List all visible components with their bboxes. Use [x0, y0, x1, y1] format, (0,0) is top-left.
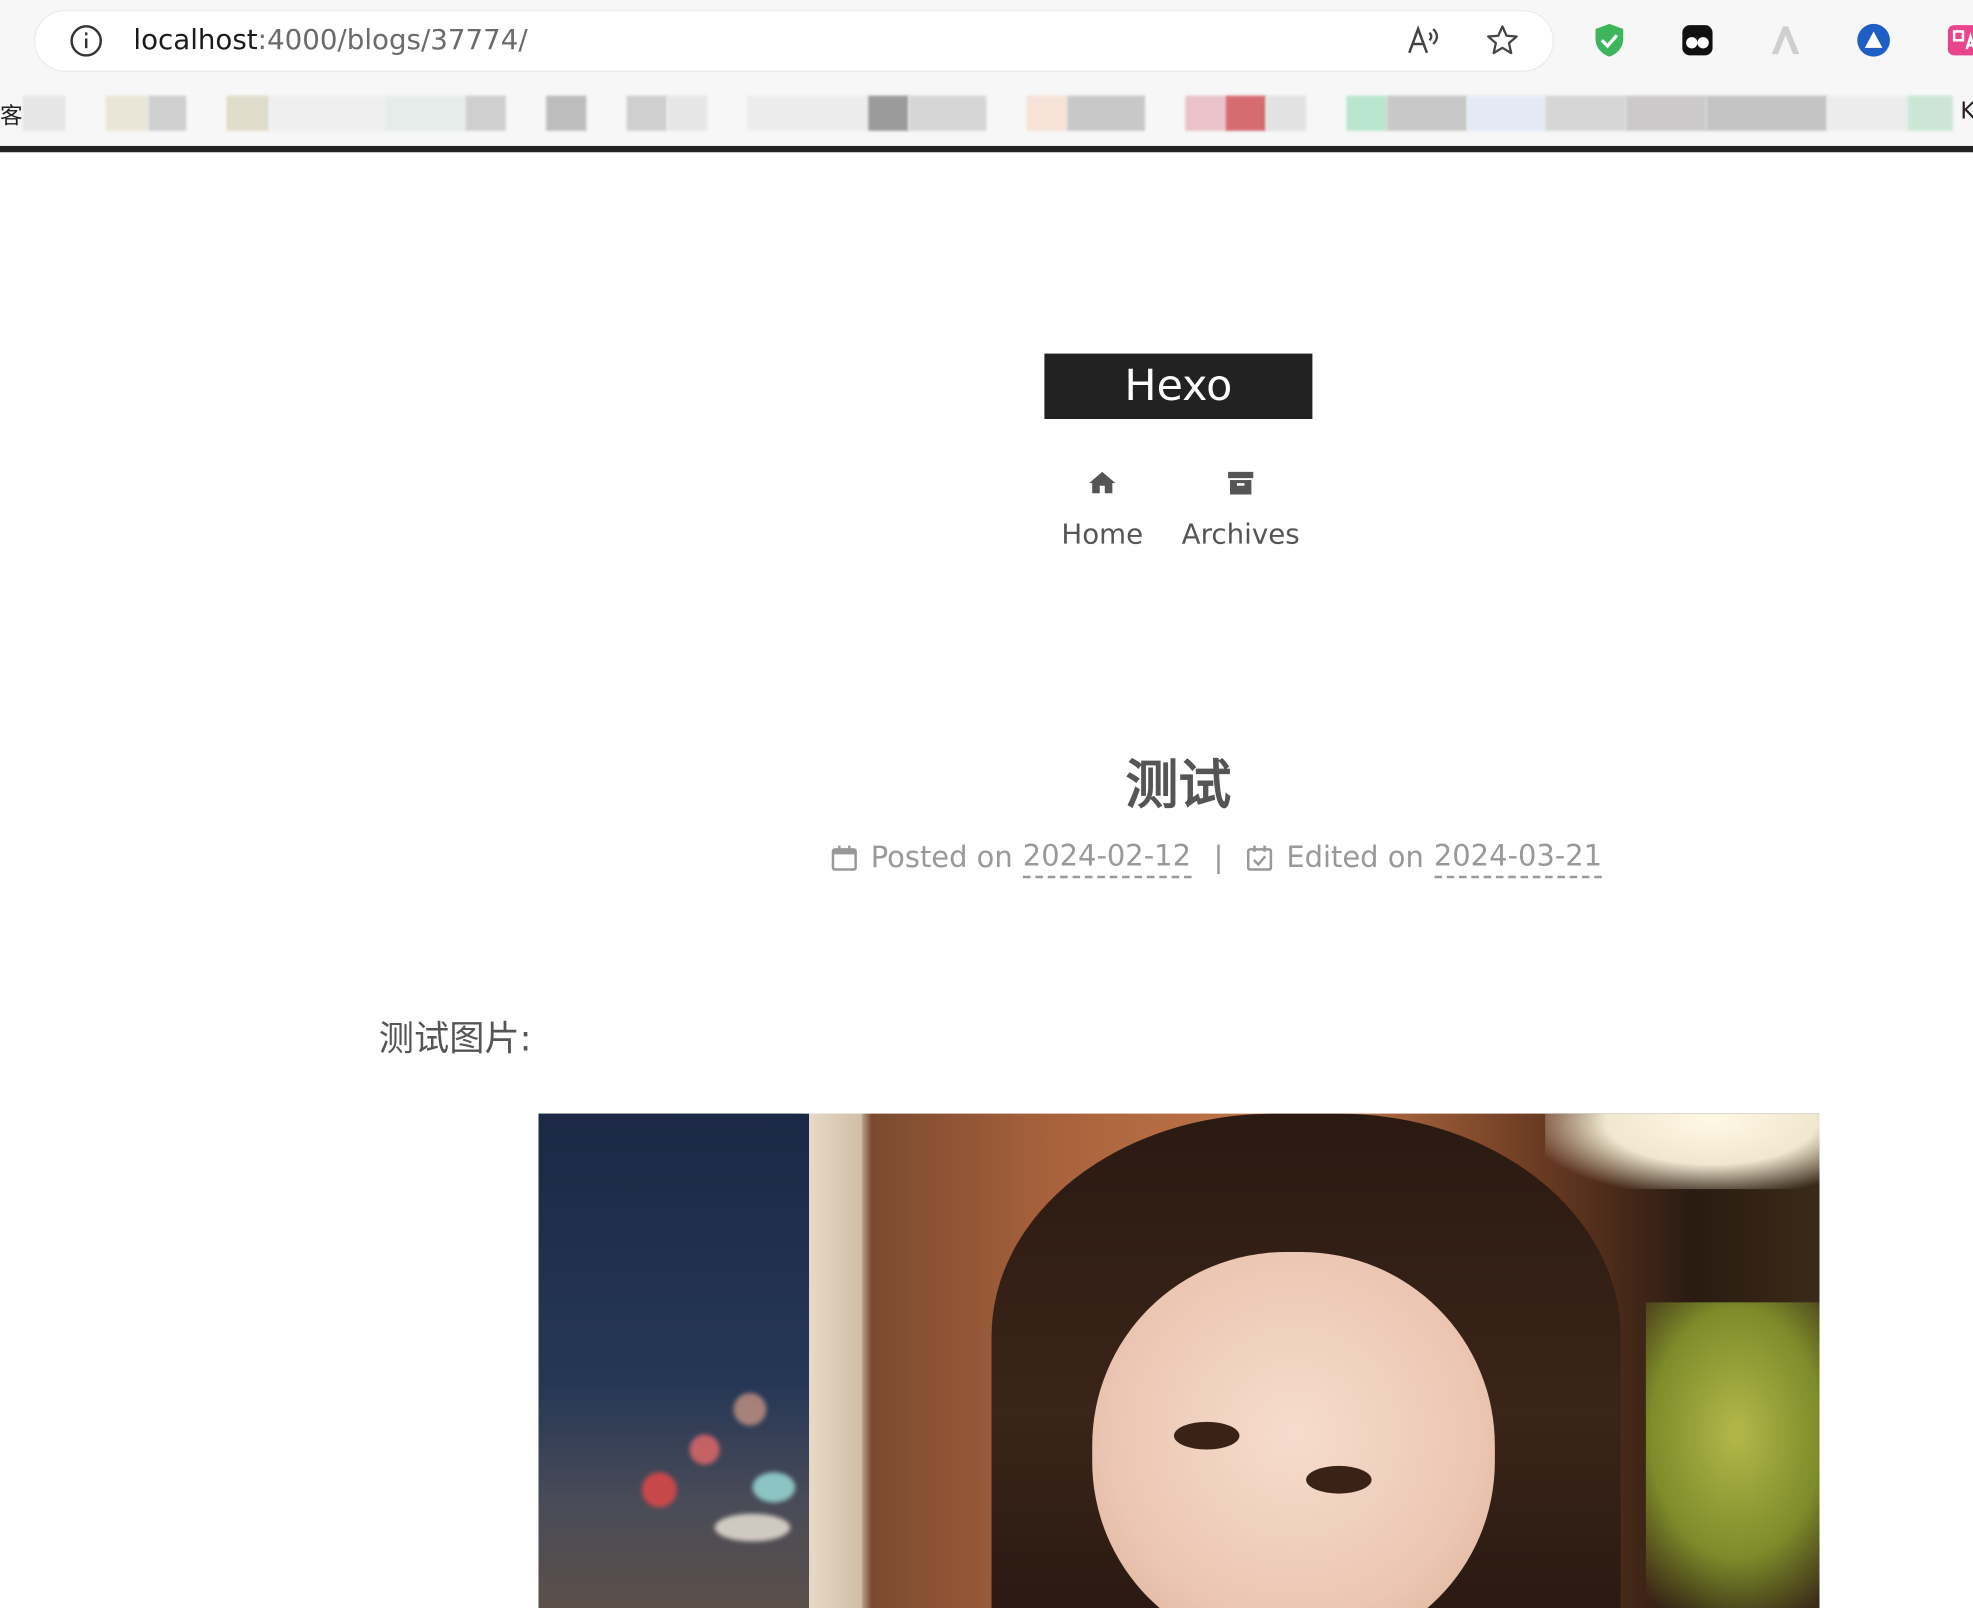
image-bokeh: [714, 1513, 791, 1542]
blurred-bookmark[interactable]: [1467, 95, 1546, 131]
posted-on-label: Posted on: [870, 841, 1013, 875]
site-brand[interactable]: Hexo: [1044, 353, 1313, 420]
menu-item-home[interactable]: Home: [1052, 468, 1153, 554]
blurred-bookmark[interactable]: [1706, 95, 1828, 131]
blurred-bookmark[interactable]: [1625, 95, 1707, 131]
menu-item-label: Home: [1061, 519, 1144, 552]
menu-item-label: Archives: [1181, 519, 1300, 552]
blurred-bookmark[interactable]: [546, 95, 587, 131]
blurred-bookmark[interactable]: [1545, 95, 1626, 131]
blurred-bookmark[interactable]: [1827, 95, 1908, 131]
page-top-rule: [0, 145, 1973, 153]
image-plant: [1645, 1302, 1820, 1608]
calendar-check-icon: [1247, 845, 1273, 871]
blurred-bookmark[interactable]: [385, 95, 466, 131]
image-bokeh: [641, 1472, 677, 1508]
archive-icon: [1228, 471, 1254, 495]
image-bokeh: [752, 1472, 796, 1503]
blurred-bookmark[interactable]: [1346, 95, 1387, 131]
meta-separator: |: [1213, 841, 1224, 875]
blurred-bookmark[interactable]: [868, 95, 909, 131]
blurred-bookmark[interactable]: [1185, 95, 1226, 131]
blurred-bookmark[interactable]: [666, 95, 708, 131]
home-icon: [1089, 471, 1116, 494]
menu-item-archives[interactable]: Archives: [1178, 468, 1304, 554]
a-extension-icon[interactable]: [1767, 21, 1805, 59]
favorite-star-icon[interactable]: [1485, 23, 1520, 58]
blurred-bookmark[interactable]: [1386, 95, 1468, 131]
blurred-bookmark[interactable]: [105, 95, 149, 131]
blurred-bookmark[interactable]: [908, 95, 987, 131]
edited-date[interactable]: 2024-03-21: [1433, 838, 1603, 879]
blurred-bookmark[interactable]: [1225, 95, 1266, 131]
image-bokeh: [689, 1434, 720, 1465]
image-lamp: [1545, 1113, 1820, 1190]
calendar-icon: [831, 845, 857, 871]
translate-extension-icon[interactable]: [1945, 21, 1973, 59]
bookmark-edge-right[interactable]: K: [1960, 98, 1973, 124]
browser-chrome: localhost:4000/blogs/37774/ 客 K: [0, 0, 1973, 153]
url-path: :4000/blogs/37774/: [257, 25, 528, 57]
blue-circle-extension-icon[interactable]: [1855, 21, 1893, 59]
edited-on-label: Edited on: [1286, 841, 1424, 875]
read-aloud-icon[interactable]: [1406, 23, 1441, 58]
blurred-bookmark[interactable]: [1026, 95, 1068, 131]
blurred-bookmark[interactable]: [1265, 95, 1307, 131]
blurred-bookmark[interactable]: [22, 95, 66, 131]
post-image[interactable]: [538, 1113, 1820, 1608]
image-eye: [1306, 1465, 1372, 1494]
blurred-bookmark[interactable]: [465, 95, 506, 131]
bookmark-edge-left[interactable]: 客: [0, 98, 23, 131]
blurred-bookmark[interactable]: [1907, 95, 1953, 131]
url-text[interactable]: localhost:4000/blogs/37774/: [133, 23, 527, 61]
blurred-bookmark[interactable]: [148, 95, 187, 131]
blurred-bookmark[interactable]: [1067, 95, 1146, 131]
post-title: 测试: [1125, 753, 1232, 816]
shield-extension-icon[interactable]: [1590, 21, 1628, 59]
image-face: [1092, 1252, 1495, 1608]
blurred-bookmark[interactable]: [269, 95, 386, 131]
blurred-bookmark[interactable]: [226, 95, 270, 131]
image-bokeh: [733, 1392, 767, 1426]
posted-date[interactable]: 2024-02-12: [1022, 838, 1192, 879]
post-body-text: 测试图片:: [378, 1017, 532, 1060]
post-meta: Posted on 2024-02-12 | Edited on 2024-03…: [830, 837, 1603, 880]
glasses-extension-icon[interactable]: [1679, 21, 1717, 59]
blurred-bookmark[interactable]: [626, 95, 667, 131]
url-host: localhost: [133, 25, 258, 57]
info-icon[interactable]: [69, 24, 103, 58]
image-window-frame: [809, 1113, 862, 1608]
image-eye: [1173, 1421, 1240, 1450]
blurred-bookmark[interactable]: [747, 95, 869, 131]
